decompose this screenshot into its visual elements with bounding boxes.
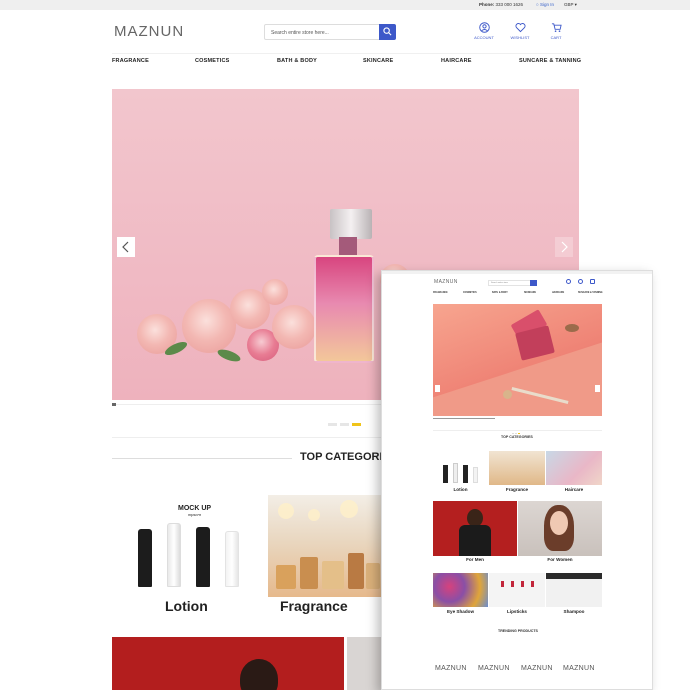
rose-image bbox=[272, 305, 316, 349]
fragrance-bottle-image bbox=[348, 553, 364, 589]
hero-pagination[interactable] bbox=[328, 413, 364, 431]
preview-nav-item: COSMETICS bbox=[463, 292, 477, 294]
perfume-cap-image bbox=[330, 209, 372, 239]
fragrance-bottle-image bbox=[276, 565, 296, 589]
title-rule bbox=[112, 458, 292, 459]
preview-label-lotion: Lotion bbox=[453, 487, 468, 492]
search-button[interactable] bbox=[379, 24, 396, 40]
preview-tile-for-men bbox=[433, 501, 517, 556]
category-card-lotion[interactable]: MOCK UP mpscrn bbox=[112, 495, 264, 597]
nav-skincare[interactable]: SKINCARE bbox=[363, 58, 393, 64]
preview-nav-item: SKINCARE bbox=[524, 292, 536, 294]
category-card-for-men[interactable] bbox=[112, 637, 344, 690]
search-input[interactable]: Search entire store here... bbox=[264, 24, 380, 40]
preview-label-shampoo: Shampoo bbox=[563, 609, 585, 614]
chevron-right-icon bbox=[561, 241, 568, 253]
nav-cosmetics[interactable]: COSMETICS bbox=[195, 58, 230, 64]
search-icon bbox=[383, 27, 392, 36]
wishlist-label: WISHLIST bbox=[510, 35, 530, 40]
preview-search-button bbox=[530, 280, 537, 286]
preview-label-for-men: For Men bbox=[466, 557, 484, 562]
preview-top-categories-title: TOP CATEGORIES bbox=[501, 435, 533, 439]
category-label-fragrance[interactable]: Fragrance bbox=[280, 598, 348, 614]
lotion-bottle-image bbox=[225, 531, 239, 587]
nav-suncare-tanning[interactable]: SUNCARE & TANNING bbox=[519, 58, 581, 64]
hero-dot[interactable] bbox=[340, 423, 349, 426]
preview-chevron-right-icon bbox=[595, 385, 600, 392]
preview-tile-for-women bbox=[518, 501, 602, 556]
top-utility-bar: Phone: 333 000 1626 ○ Sign In GBP ▾ bbox=[0, 0, 690, 10]
nav-bath-body[interactable]: BATH & BODY bbox=[277, 58, 317, 64]
rose-image bbox=[262, 279, 288, 305]
cart-label: CART bbox=[550, 35, 562, 40]
preview-account-icon bbox=[566, 279, 571, 284]
preview-label-fragrance: Fragrance bbox=[505, 487, 529, 492]
preview-brand-logo: MAZNUN bbox=[478, 665, 510, 672]
preview-label-haircare: Haircare bbox=[564, 487, 584, 492]
preview-brand-logo: MAZNUN bbox=[563, 665, 595, 672]
preview-tile-fragrance bbox=[489, 451, 545, 485]
category-card-fragrance[interactable] bbox=[268, 495, 382, 597]
preview-tile-lotion bbox=[433, 451, 488, 485]
preview-cart-icon bbox=[590, 279, 595, 284]
preview-tile-lipsticks bbox=[489, 573, 545, 607]
preview-logo: MAZNUN bbox=[434, 279, 458, 285]
hero-dot-active[interactable] bbox=[352, 423, 361, 426]
preview-tile-eye-shadow bbox=[433, 573, 488, 607]
category-label-lotion[interactable]: Lotion bbox=[165, 598, 208, 614]
preview-nav-item: SUNCARE & TANNING bbox=[578, 292, 603, 294]
heart-icon bbox=[514, 23, 526, 33]
preview-nav-item: FRAGRANCE bbox=[433, 292, 448, 294]
mockup-label: MOCK UP mpscrn bbox=[178, 505, 212, 517]
leaf-image bbox=[216, 347, 242, 364]
preview-label-lipsticks: Lipsticks bbox=[507, 609, 527, 614]
preview-nav-item: BATH & BODY bbox=[492, 292, 508, 294]
hero-progress-bar bbox=[112, 403, 382, 406]
header-divider bbox=[112, 53, 579, 54]
lotion-bottle-image bbox=[138, 529, 152, 587]
hero-dot[interactable] bbox=[328, 423, 337, 426]
site-logo[interactable]: MAZNUN bbox=[114, 23, 184, 40]
nav-fragrance[interactable]: FRAGRANCE bbox=[112, 58, 149, 64]
preview-tile-haircare bbox=[546, 451, 602, 485]
lotion-bottle-image bbox=[196, 527, 210, 587]
fragrance-bottle-image bbox=[366, 563, 380, 589]
preview-trending-title: TRENDING PRODUCTS bbox=[498, 629, 538, 633]
wishlist-button[interactable]: WISHLIST bbox=[509, 22, 531, 40]
account-label: ACCOUNT bbox=[474, 35, 494, 40]
preview-progress-bar bbox=[433, 418, 495, 419]
preview-search-input: Search entire store bbox=[488, 280, 536, 286]
page-preview-overlay: MAZNUN Search entire store FRAGRANCE COS… bbox=[381, 270, 653, 690]
rose-image bbox=[182, 299, 236, 353]
preview-brand-logo: MAZNUN bbox=[435, 665, 467, 672]
nav-haircare[interactable]: HAIRCARE bbox=[441, 58, 472, 64]
preview-chevron-left-icon bbox=[435, 385, 440, 392]
cart-button[interactable]: CART bbox=[545, 22, 567, 40]
preview-tile-shampoo bbox=[546, 573, 602, 607]
lotion-bottle-image bbox=[167, 523, 181, 587]
preview-label-eye-shadow: Eye Shadow bbox=[446, 609, 475, 614]
signin-link[interactable]: ○ Sign In bbox=[536, 2, 554, 7]
perfume-bottle-image bbox=[314, 255, 374, 363]
user-icon bbox=[478, 22, 490, 33]
account-button[interactable]: ACCOUNT bbox=[473, 22, 495, 40]
category-card-for-women[interactable] bbox=[347, 637, 382, 690]
hero-next-button[interactable] bbox=[555, 237, 573, 257]
fragrance-bottle-image bbox=[322, 561, 344, 589]
preview-label-for-women: For Women bbox=[547, 557, 573, 562]
hero-prev-button[interactable] bbox=[117, 237, 135, 257]
preview-hero-banner bbox=[433, 304, 602, 416]
fragrance-bottle-image bbox=[300, 557, 318, 589]
chevron-left-icon bbox=[122, 241, 129, 253]
preview-brand-logo: MAZNUN bbox=[521, 665, 553, 672]
cart-icon bbox=[551, 23, 562, 32]
currency-select[interactable]: GBP ▾ bbox=[564, 2, 577, 8]
phone-info: Phone: 333 000 1626 bbox=[479, 2, 524, 7]
preview-heart-icon bbox=[578, 279, 583, 284]
preview-nav-item: HAIRCARE bbox=[552, 292, 565, 294]
